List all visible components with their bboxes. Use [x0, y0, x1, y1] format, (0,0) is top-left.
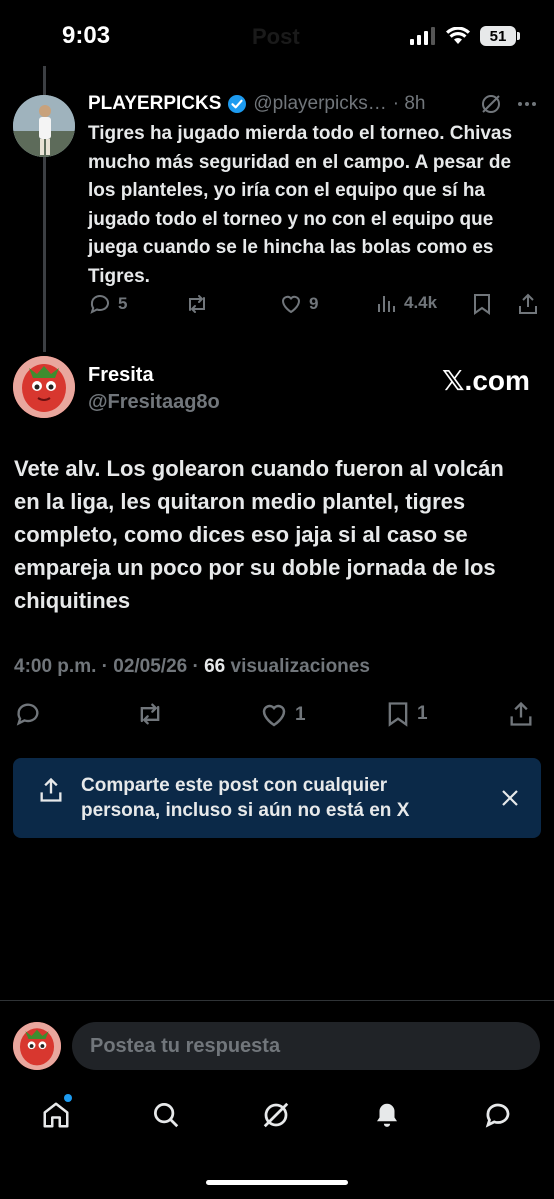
parent-time: · 8h	[392, 93, 426, 114]
home-indicator	[206, 1180, 348, 1185]
parent-reply-button[interactable]: 5	[88, 292, 127, 316]
share-banner-text: Comparte este post con cualquier persona…	[81, 775, 410, 821]
more-icon[interactable]	[516, 93, 538, 115]
message-icon	[485, 1103, 510, 1128]
share-icon	[519, 293, 537, 314]
repost-icon	[189, 295, 205, 313]
main-display-name[interactable]: Fresita	[88, 364, 154, 387]
main-handle[interactable]: @Fresitaag8o	[88, 391, 220, 414]
parent-reply-count: 5	[118, 294, 128, 313]
views-count: 66	[204, 656, 226, 677]
parent-post-text: Tigres ha jugado mierda todo el torneo. …	[88, 123, 513, 287]
header-title: Post	[252, 24, 300, 49]
close-icon[interactable]	[501, 789, 519, 807]
like-count: 1	[295, 704, 306, 725]
signal-icon	[410, 27, 435, 45]
bookmark-icon	[474, 294, 490, 315]
parent-views-count: 4.4k	[404, 293, 438, 312]
system-icons: 51	[410, 26, 520, 46]
nav-notifications[interactable]	[367, 1092, 407, 1138]
wifi-icon	[446, 27, 470, 44]
x-brand-watermark: 𝕏.com	[442, 365, 530, 396]
share-icon	[40, 777, 62, 802]
post-timestamp: 4:00 p.m. · 02/05/26 ·	[14, 656, 205, 677]
status-time: 9:03	[62, 22, 111, 49]
parent-like-button[interactable]: 9	[279, 292, 318, 316]
reply-input[interactable]: Postea tu respuesta	[72, 1022, 540, 1070]
search-icon	[154, 1103, 179, 1128]
battery-indicator: 51	[480, 26, 520, 46]
share-icon	[510, 701, 532, 726]
like-button[interactable]: 1	[259, 700, 306, 730]
home-icon	[43, 1102, 69, 1128]
main-post-text: Vete alv. Los golearon cuando fueron al …	[14, 456, 504, 613]
parent-actions: 5 9 4.4k	[88, 292, 540, 322]
strawberry-avatar	[13, 1022, 61, 1070]
grok-icon[interactable]	[480, 93, 502, 115]
reply-icon	[16, 703, 39, 726]
parent-display-name[interactable]: PLAYERPICKS	[88, 93, 221, 115]
home-notification-dot	[64, 1094, 72, 1102]
main-actions: 1 1	[0, 700, 554, 734]
repost-icon	[140, 703, 160, 725]
post-meta: 4:00 p.m. · 02/05/26 · 66 visualizacione…	[14, 656, 370, 678]
parent-handle[interactable]: @playerpicks…	[253, 93, 386, 115]
strawberry-avatar	[13, 356, 75, 418]
parent-views-button[interactable]: 4.4k	[376, 292, 437, 314]
grok-icon	[263, 1102, 289, 1128]
verified-badge-icon	[228, 95, 247, 113]
nav-search[interactable]	[146, 1092, 186, 1138]
person-photo	[13, 95, 75, 157]
main-avatar[interactable]	[13, 356, 75, 418]
parent-avatar[interactable]	[13, 95, 75, 157]
parent-like-count: 9	[309, 294, 319, 313]
parent-bookmark-button[interactable]	[471, 292, 493, 316]
reply-divider	[0, 1000, 554, 1001]
share-banner[interactable]: Comparte este post con cualquier persona…	[13, 758, 541, 838]
heart-icon	[281, 295, 301, 314]
reply-button[interactable]	[14, 700, 42, 728]
views-icon	[378, 296, 395, 312]
nav-messages[interactable]	[478, 1092, 518, 1138]
bookmark-count: 1	[417, 703, 428, 724]
parent-repost-button[interactable]	[184, 292, 210, 316]
repost-button[interactable]	[134, 700, 166, 728]
heart-icon	[262, 704, 286, 727]
views-label: visualizaciones	[225, 656, 370, 677]
parent-share-button[interactable]	[516, 292, 540, 316]
reply-icon	[90, 295, 109, 314]
nav-grok[interactable]	[256, 1092, 296, 1138]
bell-icon	[377, 1103, 397, 1127]
parent-header: PLAYERPICKS @playerpicks… · 8h	[88, 93, 538, 115]
bottom-nav	[0, 1092, 554, 1142]
bookmark-icon	[388, 702, 408, 727]
reply-avatar	[13, 1022, 61, 1070]
bookmark-button[interactable]: 1	[385, 700, 428, 728]
share-button[interactable]	[507, 700, 535, 728]
